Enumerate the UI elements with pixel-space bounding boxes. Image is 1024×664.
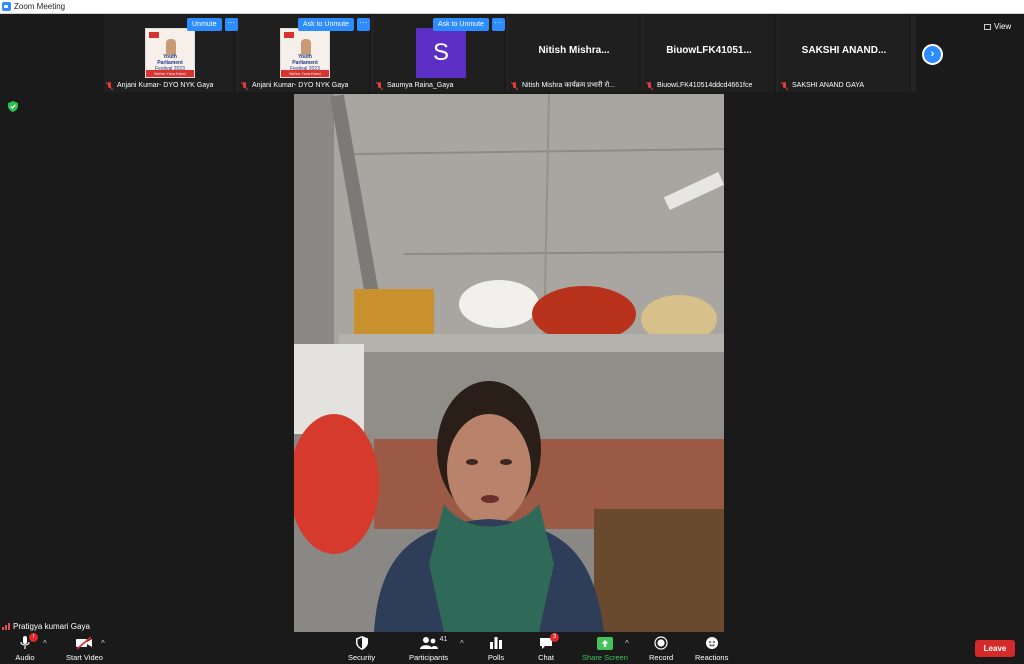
shield-icon[interactable] [8, 101, 18, 112]
unmute-button[interactable]: Unmute [187, 18, 222, 31]
participant-display-name: Nitish Mishra... [538, 45, 610, 56]
view-button[interactable]: View [984, 22, 1011, 31]
share-options-caret[interactable]: ^ [625, 639, 629, 648]
participant-display-name: BiuowLFK41051... [666, 45, 752, 56]
security-button[interactable]: Security [348, 635, 375, 662]
signal-strength-icon [2, 622, 10, 630]
polls-button[interactable]: Polls [485, 635, 507, 662]
ask-to-unmute-button[interactable]: Ask to Unmute [298, 18, 354, 31]
participant-tile[interactable]: Youth Parliament Festival 2023 Nehru Yuv… [104, 15, 238, 92]
ask-to-unmute-button[interactable]: Ask to Unmute [433, 18, 489, 31]
participant-tile[interactable]: BiuowLFK41051... BiuowLFK410514ddcd4661f… [644, 15, 776, 92]
participant-count: 41 [439, 636, 448, 643]
participant-tile[interactable]: SAKSHI ANAND... SAKSHI ANAND GAYA [779, 15, 911, 92]
participant-strip: Youth Parliament Festival 2023 Nehru Yuv… [104, 15, 916, 92]
chat-unread-badge: 3 [550, 633, 559, 642]
chat-button[interactable]: 3 Chat [535, 633, 559, 662]
grid-icon [984, 23, 991, 30]
participants-button[interactable]: 41 Participants [409, 635, 448, 662]
poster-image: Youth Parliament Festival 2023 Nehru Yuv… [145, 28, 195, 78]
more-options-button[interactable]: ··· [356, 18, 370, 31]
video-options-caret[interactable]: ^ [101, 639, 105, 648]
record-button[interactable]: Record [649, 635, 673, 662]
participant-display-name: SAKSHI ANAND... [801, 45, 887, 56]
window-title: Zoom Meeting [14, 1, 66, 11]
mic-muted-icon [511, 81, 519, 90]
video-off-icon [76, 636, 93, 650]
leave-button[interactable]: Leave [975, 640, 1015, 657]
participant-name-label: Nitish Mishra कार्यक्रम प्रभारी रो... [509, 80, 615, 91]
audio-warning-badge: ! [29, 633, 38, 642]
mic-muted-icon [106, 81, 114, 90]
share-screen-icon [596, 636, 613, 650]
participant-name-label: BiuowLFK410514ddcd4661fce [644, 80, 752, 91]
participant-name-label: Saumya Raina_Gaya [374, 80, 454, 91]
share-screen-button[interactable]: Share Screen [582, 635, 628, 662]
chevron-right-icon: › [930, 48, 935, 60]
meeting-toolbar: ! Audio ^ Start Video ^ Security 41 Part… [0, 632, 1024, 664]
participant-avatar: S [416, 28, 466, 78]
active-speaker-video [294, 94, 724, 632]
poster-image: Youth Parliament Festival 2023 Nehru Yuv… [280, 28, 330, 78]
participants-options-caret[interactable]: ^ [460, 639, 464, 648]
polls-icon [490, 637, 502, 649]
start-video-button[interactable]: Start Video [66, 635, 103, 662]
mic-muted-icon [241, 81, 249, 90]
mic-muted-icon [646, 81, 654, 90]
shield-icon [355, 636, 368, 650]
audio-button[interactable]: ! Audio [14, 633, 38, 662]
participant-tile[interactable]: Nitish Mishra... Nitish Mishra कार्यक्रम… [509, 15, 641, 92]
title-bar: Zoom Meeting [0, 0, 1024, 14]
zoom-meeting-window: Zoom Meeting Youth Parliament Festival 2… [0, 0, 1024, 664]
active-speaker-label: Pratigya kumari Gaya [0, 620, 94, 632]
participant-name-label: SAKSHI ANAND GAYA [779, 80, 864, 91]
mic-muted-icon [781, 81, 789, 90]
audio-options-caret[interactable]: ^ [43, 639, 47, 648]
more-options-button[interactable]: ··· [491, 18, 505, 31]
next-page-button[interactable]: › [922, 44, 943, 65]
video-frame [294, 94, 724, 632]
participant-name-label: Anjani Kumar- DYO NYK Gaya [104, 80, 213, 91]
record-icon [654, 636, 668, 650]
zoom-app-icon [2, 2, 11, 11]
participant-tile[interactable]: S Ask to Unmute ··· Saumya Raina_Gaya [374, 15, 506, 92]
participants-icon [419, 637, 438, 649]
more-options-button[interactable]: ··· [224, 18, 238, 31]
smiley-icon [705, 637, 718, 649]
mic-muted-icon [376, 81, 384, 90]
participant-name-label: Anjani Kumar- DYO NYK Gaya [239, 80, 348, 91]
participant-tile[interactable]: Youth Parliament Festival 2023 Nehru Yuv… [239, 15, 371, 92]
reactions-button[interactable]: Reactions [695, 635, 728, 662]
